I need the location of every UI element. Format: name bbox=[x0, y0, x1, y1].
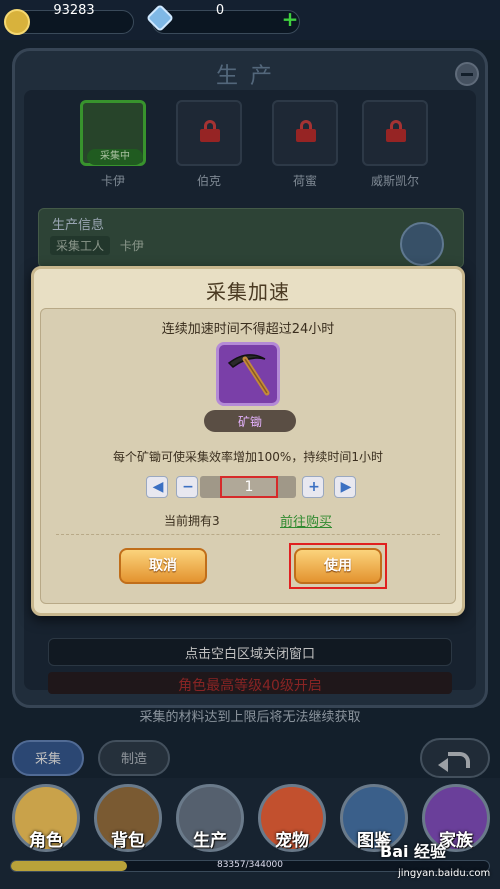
nav-label: 背包 bbox=[111, 831, 145, 851]
speedup-limit-note: 连续加速时间不得超过24小时 bbox=[161, 322, 335, 337]
item-name: 矿锄 bbox=[237, 415, 262, 429]
watermark-logo: Bai 经验 bbox=[380, 842, 447, 861]
dialog-title: 采集加速 bbox=[206, 280, 290, 304]
chevron-right-icon: ▶ bbox=[340, 479, 352, 495]
quantity-max-button[interactable]: ▶ bbox=[334, 476, 356, 498]
nav-label: 宠物 bbox=[275, 831, 309, 851]
quantity-decrease-button[interactable]: − bbox=[176, 476, 198, 498]
gold-coin-icon bbox=[4, 9, 30, 35]
nav-label: 角色 bbox=[29, 831, 63, 851]
quantity-min-button[interactable]: ◀ bbox=[146, 476, 168, 498]
quantity-increase-button[interactable]: + bbox=[302, 476, 324, 498]
chevron-left-icon: ◀ bbox=[152, 479, 164, 495]
owned-count: 当前拥有3 bbox=[164, 514, 220, 528]
cancel-button[interactable]: 取消 bbox=[119, 548, 207, 584]
pickaxe-icon bbox=[216, 342, 280, 406]
highlight-frame bbox=[289, 543, 387, 589]
buy-link[interactable]: 前往购买 bbox=[280, 511, 332, 530]
add-gems-button[interactable]: + bbox=[280, 7, 300, 31]
gold-amount: 93283 bbox=[53, 3, 95, 18]
watermark-url: jingyan.baidu.com bbox=[398, 868, 491, 879]
minus-icon: − bbox=[182, 479, 194, 495]
item-effect-text: 每个矿锄可使采集效率增加100%，持续时间1小时 bbox=[113, 450, 383, 464]
divider bbox=[56, 534, 440, 535]
nav-label: 生产 bbox=[193, 831, 227, 851]
quantity-input[interactable] bbox=[220, 476, 278, 498]
plus-icon: + bbox=[308, 479, 320, 495]
gem-amount: 0 bbox=[215, 3, 225, 18]
